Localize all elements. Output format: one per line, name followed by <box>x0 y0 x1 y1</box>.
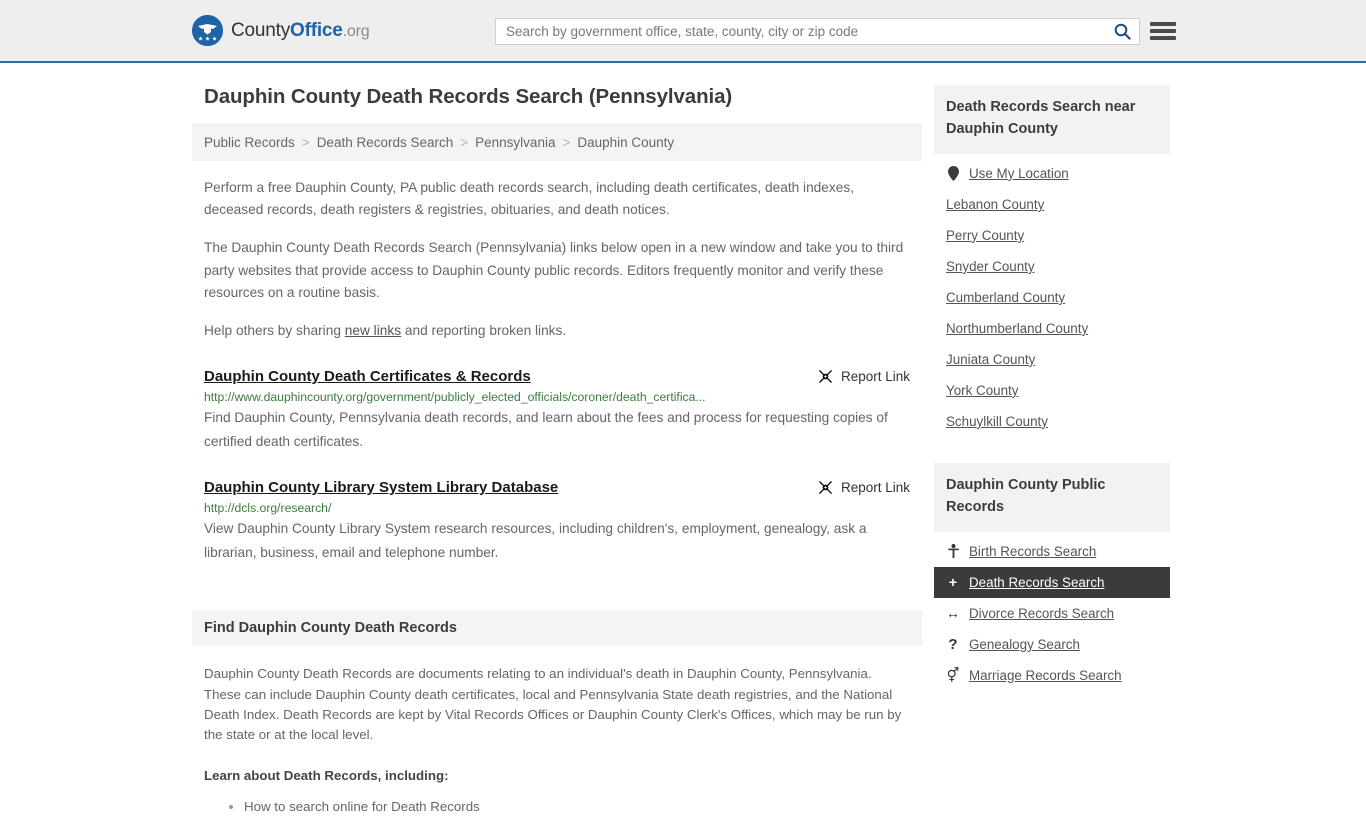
question-mark-icon: ? <box>948 635 958 653</box>
cross-icon: + <box>948 574 958 591</box>
hamburger-menu-icon[interactable] <box>1150 20 1176 42</box>
county-link[interactable]: Cumberland County <box>946 290 1065 305</box>
eagle-stars-logo-icon <box>192 15 223 46</box>
result-description: View Dauphin County Library System resea… <box>204 521 867 560</box>
county-link[interactable]: Juniata County <box>946 352 1035 367</box>
list-item: How to search online for Death Records <box>244 797 910 817</box>
sidebar-item-death-records[interactable]: + Death Records Search <box>934 566 1170 598</box>
find-records-heading: Find Dauphin County Death Records <box>192 610 922 647</box>
intro-p3-before: Help others by sharing <box>204 322 345 338</box>
breadcrumb: Public Records > Death Records Search > … <box>192 123 922 161</box>
sidebar-item-perry-county[interactable]: Perry County <box>934 220 1170 251</box>
brand-part-org: .org <box>342 22 370 40</box>
male-female-icon: ⚥ <box>946 667 960 684</box>
report-link-button[interactable]: Report Link <box>818 480 910 495</box>
broken-link-icon <box>819 370 832 383</box>
main-content: Dauphin County Death Records Search (Pen… <box>192 85 922 817</box>
sidebar-item-juniata-county[interactable]: Juniata County <box>934 344 1170 375</box>
death-records-link[interactable]: Death Records Search <box>969 575 1104 590</box>
learn-about-heading: Learn about Death Records, including: <box>204 767 449 783</box>
public-records-list: Birth Records Search + Death Records Sea… <box>934 532 1170 691</box>
sidebar-item-york-county[interactable]: York County <box>934 375 1170 406</box>
breadcrumb-separator: > <box>562 134 571 150</box>
report-link-label: Report Link <box>840 369 910 385</box>
report-link-button[interactable]: Report Link <box>818 369 910 384</box>
learn-about-list: How to search online for Death Records <box>204 797 910 817</box>
county-link[interactable]: Lebanon County <box>946 197 1044 212</box>
result-item: Dauphin County Death Certificates & Reco… <box>192 368 922 453</box>
brand-wordmark: CountyOffice.org <box>231 19 370 42</box>
brand-part-office: Office <box>290 19 343 41</box>
search-input[interactable] <box>496 19 1105 44</box>
map-pin-icon <box>946 165 960 181</box>
result-title-link[interactable]: Dauphin County Death Certificates & Reco… <box>204 368 531 385</box>
search-icon <box>1114 23 1131 40</box>
sidebar-item-genealogy[interactable]: ? Genealogy Search <box>934 629 1170 660</box>
intro-paragraph-3: Help others by sharing new links and rep… <box>204 320 910 342</box>
left-right-arrow-icon: ↔ <box>946 605 960 622</box>
county-link[interactable]: York County <box>946 383 1018 398</box>
sidebar-item-marriage-records[interactable]: ⚥ Marriage Records Search <box>934 660 1170 691</box>
birth-records-link[interactable]: Birth Records Search <box>969 544 1096 559</box>
sidebar-item-schuylkill-county[interactable]: Schuylkill County <box>934 406 1170 437</box>
sidebar-item-divorce-records[interactable]: ↔ Divorce Records Search <box>934 598 1170 629</box>
result-header: Dauphin County Library System Library Da… <box>204 479 910 496</box>
result-title-link[interactable]: Dauphin County Library System Library Da… <box>204 479 558 496</box>
search-button[interactable] <box>1105 19 1139 44</box>
county-link[interactable]: Schuylkill County <box>946 414 1048 429</box>
find-records-paragraph: Dauphin County Death Records are documen… <box>204 666 902 743</box>
site-logo[interactable]: CountyOffice.org <box>192 15 370 46</box>
report-link-label: Report Link <box>840 480 910 496</box>
nearby-search-list: Use My Location Lebanon County Perry Cou… <box>934 154 1170 437</box>
marriage-records-link[interactable]: Marriage Records Search <box>969 668 1122 683</box>
hamburger-bar <box>1150 22 1176 26</box>
intro-paragraph-1: Perform a free Dauphin County, PA public… <box>204 180 855 218</box>
hamburger-bar <box>1150 29 1176 33</box>
use-my-location-item[interactable]: Use My Location <box>934 158 1170 189</box>
intro-p3-after: and reporting broken links. <box>401 322 567 338</box>
find-records-body: Dauphin County Death Records are documen… <box>192 664 922 817</box>
site-header: CountyOffice.org <box>0 0 1366 63</box>
sidebar: Death Records Search near Dauphin County… <box>934 85 1170 717</box>
breadcrumb-separator: > <box>301 134 310 150</box>
intro-paragraph-2: The Dauphin County Death Records Search … <box>204 240 904 300</box>
county-link[interactable]: Snyder County <box>946 259 1035 274</box>
breadcrumb-item-dauphin-county: Dauphin County <box>577 134 675 150</box>
sidebar-item-lebanon-county[interactable]: Lebanon County <box>934 189 1170 220</box>
public-records-heading: Dauphin County Public Records <box>934 462 1170 532</box>
sidebar-item-northumberland-county[interactable]: Northumberland County <box>934 313 1170 344</box>
breadcrumb-separator: > <box>460 134 469 150</box>
genealogy-link[interactable]: Genealogy Search <box>969 637 1080 652</box>
hamburger-bar <box>1150 36 1176 40</box>
county-link[interactable]: Northumberland County <box>946 321 1088 336</box>
county-link[interactable]: Perry County <box>946 228 1024 243</box>
nearby-search-panel: Death Records Search near Dauphin County… <box>934 85 1170 437</box>
page-body: Dauphin County Death Records Search (Pen… <box>0 63 1366 817</box>
use-my-location-link[interactable]: Use My Location <box>969 166 1069 181</box>
breadcrumb-item-death-records-search[interactable]: Death Records Search <box>317 135 454 150</box>
sidebar-item-snyder-county[interactable]: Snyder County <box>934 251 1170 282</box>
sidebar-item-cumberland-county[interactable]: Cumberland County <box>934 282 1170 313</box>
sidebar-item-birth-records[interactable]: Birth Records Search <box>934 536 1170 567</box>
result-url: http://dcls.org/research/ <box>204 501 332 516</box>
intro-section: Perform a free Dauphin County, PA public… <box>192 177 922 342</box>
result-item: Dauphin County Library System Library Da… <box>192 479 922 564</box>
breadcrumb-item-pennsylvania[interactable]: Pennsylvania <box>475 135 555 150</box>
page-title: Dauphin County Death Records Search (Pen… <box>204 85 733 108</box>
broken-link-icon <box>819 481 832 495</box>
result-description: Find Dauphin County, Pennsylvania death … <box>204 410 888 449</box>
result-url: http://www.dauphincounty.org/government/… <box>204 390 706 405</box>
divorce-records-link[interactable]: Divorce Records Search <box>969 606 1114 621</box>
baby-icon <box>946 544 960 559</box>
breadcrumb-item-public-records[interactable]: Public Records <box>204 135 295 150</box>
brand-part-county: County <box>231 19 291 41</box>
search-bar <box>495 18 1140 45</box>
nearby-search-heading: Death Records Search near Dauphin County <box>934 85 1170 154</box>
new-links-link[interactable]: new links <box>345 323 401 338</box>
public-records-panel: Dauphin County Public Records Birth Reco… <box>934 462 1170 691</box>
result-header: Dauphin County Death Certificates & Reco… <box>204 368 910 385</box>
